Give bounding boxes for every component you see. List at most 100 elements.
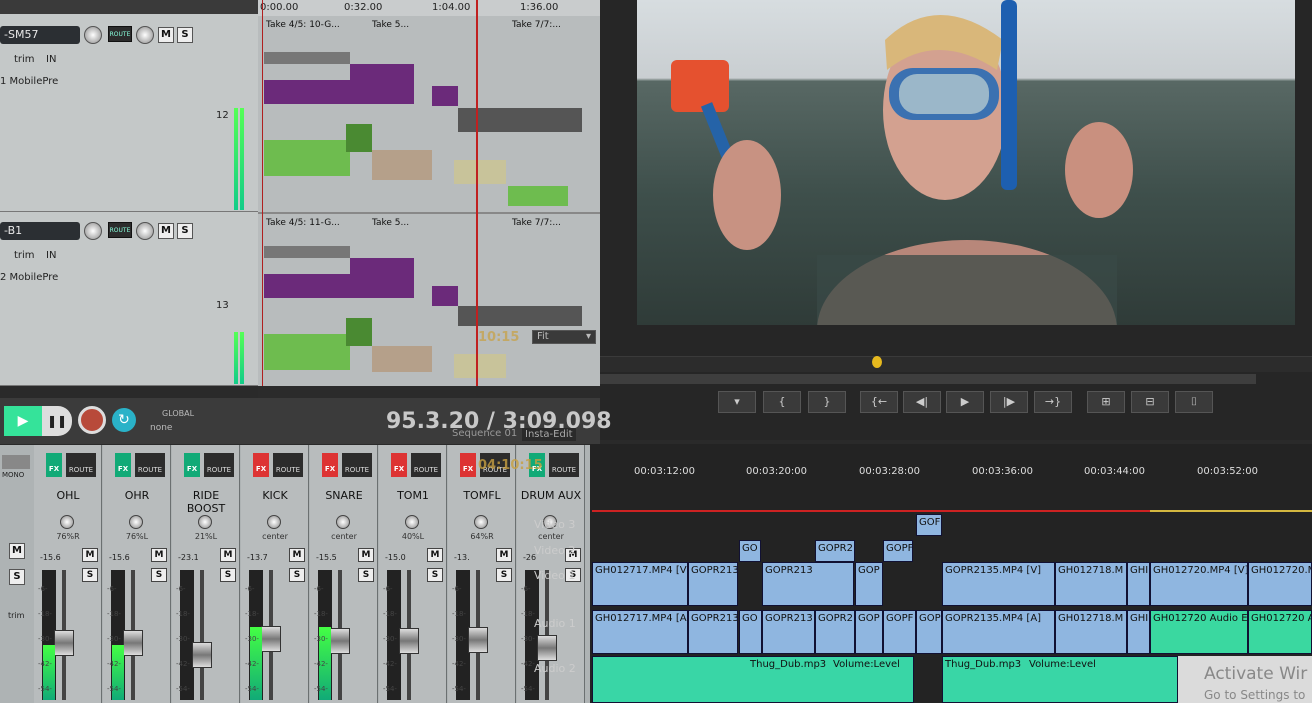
- route-button[interactable]: ROUTE: [135, 453, 165, 477]
- mute-button[interactable]: M: [427, 548, 443, 562]
- fx-button[interactable]: FX: [184, 453, 200, 477]
- media-item[interactable]: [264, 80, 350, 104]
- volume-fader[interactable]: [192, 642, 212, 668]
- solo-button[interactable]: S: [151, 568, 167, 582]
- media-item[interactable]: [432, 86, 458, 106]
- pan-knob-icon[interactable]: [405, 515, 419, 529]
- pan-knob-icon[interactable]: [474, 515, 488, 529]
- video-clip[interactable]: GHI: [1127, 562, 1150, 606]
- audio-clip[interactable]: GHI: [1127, 610, 1150, 654]
- track-panel-13[interactable]: -B1 ROUTE M S trim IN 2 MobilePre 13: [0, 212, 258, 386]
- fx-button[interactable]: FX: [115, 453, 131, 477]
- channel-name[interactable]: KICK: [241, 489, 309, 502]
- channel-name[interactable]: SNARE: [310, 489, 378, 502]
- mute-button[interactable]: M: [220, 548, 236, 562]
- volume-fader[interactable]: [537, 635, 557, 661]
- add-marker-button[interactable]: ▾: [718, 391, 756, 413]
- pan-knob-icon[interactable]: [198, 515, 212, 529]
- music-clip[interactable]: Thug_Dub.mp3 Volume:Level: [592, 656, 914, 703]
- sequence-tab[interactable]: Sequence 01: [452, 428, 517, 439]
- mute-button[interactable]: M: [289, 548, 305, 562]
- video-clip[interactable]: GOPR213: [688, 562, 738, 606]
- record-button[interactable]: [78, 406, 106, 434]
- fx-button[interactable]: FX: [322, 453, 338, 477]
- fx-button[interactable]: FX: [46, 453, 62, 477]
- solo-button[interactable]: S: [358, 568, 374, 582]
- mute-button[interactable]: M: [82, 548, 98, 562]
- overwrite-button[interactable]: ⊟: [1131, 391, 1169, 413]
- media-item[interactable]: [454, 160, 506, 184]
- media-item[interactable]: [508, 186, 568, 206]
- track-header-video2[interactable]: Video 2: [534, 544, 575, 557]
- step-back-button[interactable]: ◀|: [903, 391, 941, 413]
- audio-clip[interactable]: GH012720 Audio E: [1150, 610, 1248, 654]
- volume-fader[interactable]: [330, 628, 350, 654]
- track-name-13[interactable]: -B1: [0, 222, 80, 240]
- media-item[interactable]: [372, 150, 432, 180]
- pan-knob-icon[interactable]: [129, 515, 143, 529]
- media-item[interactable]: [264, 246, 350, 258]
- work-area-bar[interactable]: [1150, 510, 1312, 512]
- audio-clip[interactable]: GO: [739, 610, 762, 654]
- media-item[interactable]: [346, 124, 372, 152]
- volume-fader[interactable]: [468, 627, 488, 653]
- audio-clip[interactable]: GOPR213: [762, 610, 815, 654]
- route-button[interactable]: ROUTE: [66, 453, 96, 477]
- track-header-video1[interactable]: Video 1: [534, 569, 575, 582]
- solo-button[interactable]: S: [496, 568, 512, 582]
- channel-name[interactable]: RIDE BOOST: [172, 489, 240, 515]
- audio-clip[interactable]: GH012717.MP4 [A]: [592, 610, 688, 654]
- master-mute-button[interactable]: M: [9, 543, 25, 559]
- channel-name[interactable]: TOMFL: [448, 489, 516, 502]
- mute-button[interactable]: M: [158, 27, 174, 43]
- insert-button[interactable]: ⊞: [1087, 391, 1125, 413]
- transport-play-button[interactable]: ▶: [4, 406, 42, 436]
- solo-button[interactable]: S: [82, 568, 98, 582]
- track-header-audio1[interactable]: Audio 1: [534, 617, 576, 630]
- zoom-scrollbar[interactable]: [600, 374, 1256, 384]
- route-button[interactable]: ROUTE: [411, 453, 441, 477]
- track-header-audio2[interactable]: Audio 2: [534, 662, 576, 675]
- track-name-12[interactable]: -SM57: [0, 26, 80, 44]
- media-item[interactable]: [454, 354, 506, 378]
- music-clip[interactable]: Thug_Dub.mp3 Volume:Level: [942, 656, 1178, 703]
- input-label[interactable]: IN: [46, 250, 56, 261]
- fx-button[interactable]: FX: [391, 453, 407, 477]
- video-clip[interactable]: GH012718.M: [1055, 562, 1127, 606]
- mute-button[interactable]: M: [496, 548, 512, 562]
- route-button[interactable]: ROUTE: [342, 453, 372, 477]
- channel-name[interactable]: DRUM AUX: [517, 489, 585, 502]
- trim-label[interactable]: trim: [14, 250, 35, 261]
- timeline-timecode[interactable]: 04:10:15: [478, 458, 543, 473]
- audio-clip[interactable]: GOPR2135.MP4 [A]: [942, 610, 1055, 654]
- mono-icon[interactable]: [2, 455, 30, 469]
- pan-knob-icon[interactable]: [267, 515, 281, 529]
- media-item[interactable]: [264, 140, 350, 176]
- audio-clip[interactable]: GH012718.M: [1055, 610, 1127, 654]
- volume-fader[interactable]: [123, 630, 143, 656]
- input-device[interactable]: 2 MobilePre: [0, 272, 58, 283]
- video-clip[interactable]: GOPR213: [762, 562, 854, 606]
- mute-button[interactable]: M: [158, 223, 174, 239]
- video-clip[interactable]: GOP: [855, 562, 883, 606]
- horizontal-scrollbar[interactable]: [258, 386, 638, 398]
- timeline-ruler[interactable]: 0:00.00 0:32.00 1:04.00 1:36.00: [258, 0, 638, 16]
- track-panel-12[interactable]: -SM57 ROUTE M S trim IN 1 MobilePre 12: [0, 14, 258, 212]
- solo-button[interactable]: S: [177, 223, 193, 239]
- volume-fader[interactable]: [261, 626, 281, 652]
- master-solo-button[interactable]: S: [9, 569, 25, 585]
- global-automation-mode[interactable]: none: [150, 423, 172, 433]
- timecode-ruler[interactable]: 00:03:12:00 00:03:20:00 00:03:28:00 00:0…: [590, 460, 1312, 490]
- go-to-out-button[interactable]: →}: [1034, 391, 1072, 413]
- scrub-bar[interactable]: [600, 356, 1312, 372]
- media-item[interactable]: [350, 64, 414, 104]
- input-device[interactable]: 1 MobilePre: [0, 76, 58, 87]
- video-clip[interactable]: GOF: [916, 514, 942, 536]
- channel-name[interactable]: OHR: [103, 489, 171, 502]
- input-label[interactable]: IN: [46, 54, 56, 65]
- channel-name[interactable]: TOM1: [379, 489, 447, 502]
- playhead[interactable]: [476, 0, 478, 386]
- export-frame-button[interactable]: ⌷: [1175, 391, 1213, 413]
- loop-icon[interactable]: ↻: [112, 408, 136, 432]
- pan-knob-icon[interactable]: [336, 515, 350, 529]
